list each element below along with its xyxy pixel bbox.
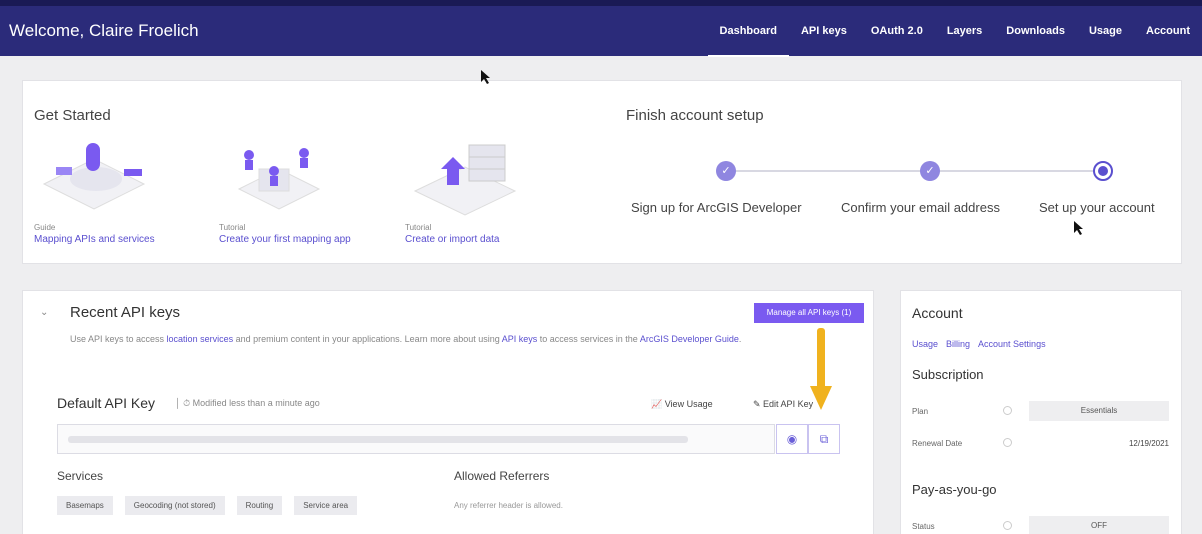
- main-nav: Dashboard API keys OAuth 2.0 Layers Down…: [707, 6, 1202, 57]
- plan-label: Plan: [912, 407, 929, 416]
- renewal-date-value: 12/19/2021: [1128, 439, 1169, 448]
- step-label-signup: Sign up for ArcGIS Developer: [631, 200, 802, 215]
- step-label-setup-account: Set up your account: [1039, 200, 1155, 215]
- status-label: Status: [912, 522, 935, 531]
- desc-text: .: [738, 334, 742, 344]
- manage-api-keys-button[interactable]: Manage all API keys (1): [754, 303, 864, 323]
- subscription-title: Subscription: [912, 367, 984, 382]
- eye-icon: ◉: [786, 432, 798, 446]
- import-data-link[interactable]: Create or import data: [405, 234, 565, 245]
- mouse-cursor-icon: [481, 70, 490, 84]
- import-data-illustration: [405, 139, 525, 219]
- billing-link[interactable]: Billing: [946, 339, 970, 349]
- mapping-apis-illustration: [34, 139, 154, 219]
- service-chip: Routing: [236, 496, 283, 515]
- service-chip: Basemaps: [57, 496, 113, 515]
- nav-oauth[interactable]: OAuth 2.0: [859, 6, 935, 56]
- services-label: Services: [57, 469, 104, 483]
- desc-text: to access services in the: [537, 334, 640, 344]
- usage-link[interactable]: Usage: [912, 339, 938, 349]
- top-navigation-bar: Welcome, Claire Froelich Dashboard API k…: [0, 0, 1202, 57]
- copy-key-button[interactable]: ⧉: [808, 424, 840, 454]
- pencil-icon: ✎: [753, 399, 764, 409]
- copy-icon: ⧉: [819, 432, 829, 446]
- mouse-cursor-icon: [1074, 221, 1083, 235]
- api-key-field[interactable]: [57, 424, 775, 454]
- recent-api-keys-card: ⌄ Recent API keys Manage all API keys (1…: [22, 290, 874, 534]
- modified-text: Modified less than a minute ago: [192, 398, 320, 408]
- item-type: Tutorial: [405, 223, 432, 232]
- item-type: Tutorial: [219, 223, 246, 232]
- allowed-referrers-label: Allowed Referrers: [454, 469, 550, 483]
- chart-icon: 📈: [651, 399, 665, 409]
- tutorial-import-data: Tutorial Create or import data: [405, 139, 565, 245]
- mapping-apis-link[interactable]: Mapping APIs and services: [34, 234, 194, 245]
- api-key-name: Default API Key: [57, 395, 156, 411]
- api-keys-link[interactable]: API keys: [502, 334, 538, 344]
- step-label-confirm-email: Confirm your email address: [841, 200, 1000, 215]
- show-key-button[interactable]: ◉: [776, 424, 808, 454]
- annotation-arrow-icon: [810, 328, 832, 410]
- view-usage-label: View Usage: [664, 399, 713, 409]
- location-services-link[interactable]: location services: [167, 334, 234, 344]
- service-chip: Geocoding (not stored): [124, 496, 225, 515]
- referrers-note: Any referrer header is allowed.: [454, 501, 563, 510]
- nav-usage[interactable]: Usage: [1077, 6, 1134, 56]
- view-usage-link[interactable]: 📈 View Usage: [651, 399, 713, 410]
- tutorial-first-app: Tutorial Create your first mapping app: [219, 139, 379, 245]
- step-current-icon: [1093, 161, 1113, 181]
- guide-mapping-apis: Guide Mapping APIs and services: [34, 139, 194, 245]
- info-icon[interactable]: [1003, 438, 1012, 447]
- welcome-text: Welcome, Claire Froelich: [9, 21, 199, 40]
- edit-key-label: Edit API Key: [763, 399, 814, 409]
- account-settings-link[interactable]: Account Settings: [978, 339, 1046, 349]
- first-app-link[interactable]: Create your first mapping app: [219, 234, 379, 245]
- get-started-card: Get Started Guide Mapping APIs and servi…: [22, 80, 1182, 264]
- nav-downloads[interactable]: Downloads: [994, 6, 1077, 56]
- service-chip: Service area: [294, 496, 358, 515]
- nav-dashboard[interactable]: Dashboard: [707, 6, 790, 57]
- step-complete-icon: ✓: [716, 161, 736, 181]
- api-keys-title: Recent API keys: [70, 304, 181, 321]
- collapse-chevron-icon[interactable]: ⌄: [40, 307, 48, 318]
- api-keys-description: Use API keys to access location services…: [70, 332, 790, 346]
- info-icon[interactable]: [1003, 521, 1012, 530]
- status-value: OFF: [1029, 516, 1169, 534]
- finish-setup-title: Finish account setup: [626, 107, 764, 124]
- info-icon[interactable]: [1003, 406, 1012, 415]
- account-title: Account: [912, 305, 963, 321]
- nav-api-keys[interactable]: API keys: [789, 6, 859, 56]
- desc-text: and premium content in your applications…: [233, 334, 502, 344]
- masked-key-value: [68, 436, 688, 443]
- steps-progress-line: [723, 170, 1103, 172]
- pay-as-you-go-title: Pay-as-you-go: [912, 482, 997, 497]
- modified-time: │ ⏱ Modified less than a minute ago: [175, 398, 320, 409]
- edit-api-key-link[interactable]: ✎ Edit API Key: [753, 399, 813, 410]
- account-card: Account Usage Billing Account Settings S…: [900, 290, 1182, 534]
- developer-guide-link[interactable]: ArcGIS Developer Guide: [640, 334, 739, 344]
- nav-account[interactable]: Account: [1134, 6, 1202, 56]
- renewal-date-label: Renewal Date: [912, 439, 963, 448]
- first-app-illustration: [219, 139, 339, 219]
- services-list: Basemaps Geocoding (not stored) Routing …: [57, 496, 358, 515]
- account-links: Usage Billing Account Settings: [912, 339, 1046, 349]
- nav-layers[interactable]: Layers: [935, 6, 994, 56]
- plan-value: Essentials: [1029, 401, 1169, 421]
- step-complete-icon: ✓: [920, 161, 940, 181]
- get-started-title: Get Started: [34, 107, 111, 124]
- item-type: Guide: [34, 223, 56, 232]
- desc-text: Use API keys to access: [70, 334, 167, 344]
- clock-icon: │ ⏱: [175, 398, 193, 408]
